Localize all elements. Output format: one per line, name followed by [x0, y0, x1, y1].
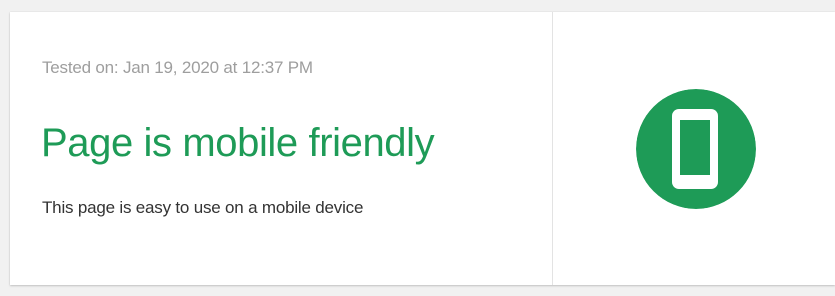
- tested-on-timestamp: Tested on: Jan 19, 2020 at 12:37 PM: [42, 58, 313, 77]
- mobile-friendly-result-card: Tested on: Jan 19, 2020 at 12:37 PM Page…: [10, 12, 835, 285]
- result-icon-panel: [553, 12, 835, 285]
- mobile-phone-icon: [636, 89, 756, 209]
- result-description: This page is easy to use on a mobile dev…: [42, 198, 364, 217]
- result-summary-panel: Tested on: Jan 19, 2020 at 12:37 PM Page…: [10, 12, 553, 285]
- result-title: Page is mobile friendly: [41, 121, 435, 165]
